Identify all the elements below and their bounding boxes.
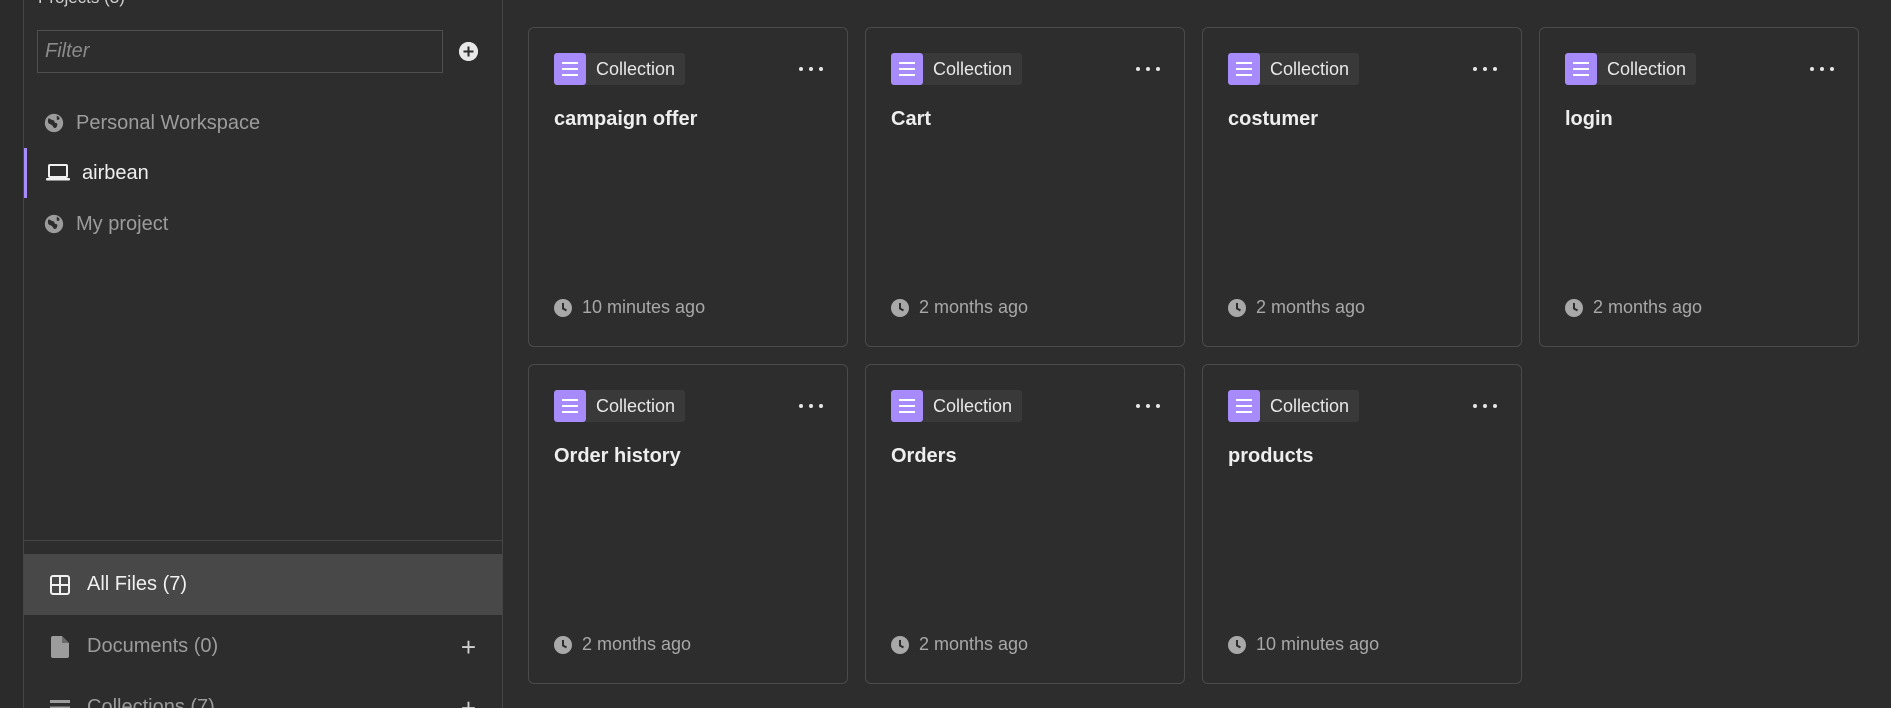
nav-label: All Files (7) xyxy=(87,573,188,595)
card-timestamp: 2 months ago xyxy=(891,634,1028,655)
collection-icon xyxy=(1565,53,1597,85)
time-label: 2 months ago xyxy=(1593,297,1703,317)
card-timestamp: 2 months ago xyxy=(891,297,1028,318)
clock-icon xyxy=(1565,298,1583,317)
more-options-button[interactable] xyxy=(1473,396,1497,416)
card-timestamp: 2 months ago xyxy=(1565,297,1702,318)
project-item-personal-workspace[interactable]: Personal Workspace xyxy=(24,101,502,145)
grid-icon xyxy=(49,574,71,596)
type-label: Collection xyxy=(933,395,1013,416)
type-badge: Collection xyxy=(1228,390,1360,422)
active-indicator xyxy=(24,148,27,198)
project-label: My project xyxy=(76,212,169,235)
card-timestamp: 10 minutes ago xyxy=(554,297,705,318)
type-label: Collection xyxy=(1607,58,1687,79)
laptop-icon xyxy=(46,161,70,185)
file-card-login[interactable]: Collection login 2 months ago xyxy=(1539,27,1859,347)
globe-icon xyxy=(42,212,66,236)
sidebar: Projects (3) Personal Workspace airbean … xyxy=(24,0,503,708)
clock-icon xyxy=(891,298,909,317)
type-badge: Collection xyxy=(554,53,686,85)
project-item-airbean[interactable]: airbean xyxy=(24,148,502,198)
project-item-my-project[interactable]: My project xyxy=(24,202,502,246)
nav-collections[interactable]: Collections (7) + xyxy=(24,677,502,708)
time-label: 2 months ago xyxy=(919,297,1029,317)
collection-icon xyxy=(554,390,586,422)
file-card-costumer[interactable]: Collection costumer 2 months ago xyxy=(1202,27,1522,347)
add-project-button[interactable] xyxy=(459,42,478,61)
type-badge: Collection xyxy=(554,390,686,422)
projects-heading: Projects (3) xyxy=(38,0,125,8)
file-card-order-history[interactable]: Collection Order history 2 months ago xyxy=(528,364,848,684)
file-card-products[interactable]: Collection products 10 minutes ago xyxy=(1202,364,1522,684)
clock-icon xyxy=(891,635,909,654)
type-badge: Collection xyxy=(891,53,1023,85)
document-icon xyxy=(49,635,71,658)
more-options-button[interactable] xyxy=(1136,396,1160,416)
file-card-campaign-offer[interactable]: Collection campaign offer 10 minutes ago xyxy=(528,27,848,347)
nav-label: Collections (7) xyxy=(87,696,215,708)
collection-icon xyxy=(891,53,923,85)
clock-icon xyxy=(554,635,572,654)
nav-documents[interactable]: Documents (0) + xyxy=(24,616,502,677)
type-badge: Collection xyxy=(1228,53,1360,85)
list-icon xyxy=(49,697,71,708)
more-options-button[interactable] xyxy=(1810,59,1834,79)
type-label: Collection xyxy=(596,395,676,416)
type-label: Collection xyxy=(1270,395,1350,416)
project-label: Personal Workspace xyxy=(76,111,261,134)
project-label: airbean xyxy=(82,161,149,184)
clock-icon xyxy=(1228,298,1246,317)
collection-icon xyxy=(1228,53,1260,85)
type-label: Collection xyxy=(596,58,676,79)
collection-icon xyxy=(1228,390,1260,422)
more-options-button[interactable] xyxy=(1473,59,1497,79)
sidebar-divider xyxy=(24,540,502,541)
card-title: login xyxy=(1565,108,1613,130)
card-title: Order history xyxy=(554,445,681,467)
type-badge: Collection xyxy=(891,390,1023,422)
add-collection-button[interactable]: + xyxy=(461,695,476,708)
card-title: campaign offer xyxy=(554,108,698,130)
add-document-button[interactable]: + xyxy=(461,634,476,660)
collection-icon xyxy=(554,53,586,85)
collection-icon xyxy=(891,390,923,422)
time-label: 10 minutes ago xyxy=(582,297,706,317)
nav-all-files[interactable]: All Files (7) xyxy=(24,554,502,615)
time-label: 10 minutes ago xyxy=(1256,634,1380,654)
more-options-button[interactable] xyxy=(799,396,823,416)
time-label: 2 months ago xyxy=(1256,297,1366,317)
globe-icon xyxy=(42,111,66,135)
clock-icon xyxy=(554,298,572,317)
plus-circle-icon xyxy=(459,42,478,61)
type-badge: Collection xyxy=(1565,53,1697,85)
activity-bar xyxy=(0,0,24,708)
card-timestamp: 10 minutes ago xyxy=(1228,634,1379,655)
more-options-button[interactable] xyxy=(1136,59,1160,79)
card-title: costumer xyxy=(1228,108,1319,130)
card-timestamp: 2 months ago xyxy=(554,634,691,655)
card-title: products xyxy=(1228,445,1314,467)
filter-field[interactable] xyxy=(37,30,443,73)
card-title: Cart xyxy=(891,108,932,130)
type-label: Collection xyxy=(933,58,1013,79)
card-title: Orders xyxy=(891,445,957,467)
filter-input[interactable] xyxy=(38,31,442,72)
file-card-cart[interactable]: Collection Cart 2 months ago xyxy=(865,27,1185,347)
file-card-orders[interactable]: Collection Orders 2 months ago xyxy=(865,364,1185,684)
time-label: 2 months ago xyxy=(919,634,1029,654)
nav-label: Documents (0) xyxy=(87,635,219,657)
time-label: 2 months ago xyxy=(582,634,692,654)
type-label: Collection xyxy=(1270,58,1350,79)
clock-icon xyxy=(1228,635,1246,654)
card-timestamp: 2 months ago xyxy=(1228,297,1365,318)
more-options-button[interactable] xyxy=(799,59,823,79)
